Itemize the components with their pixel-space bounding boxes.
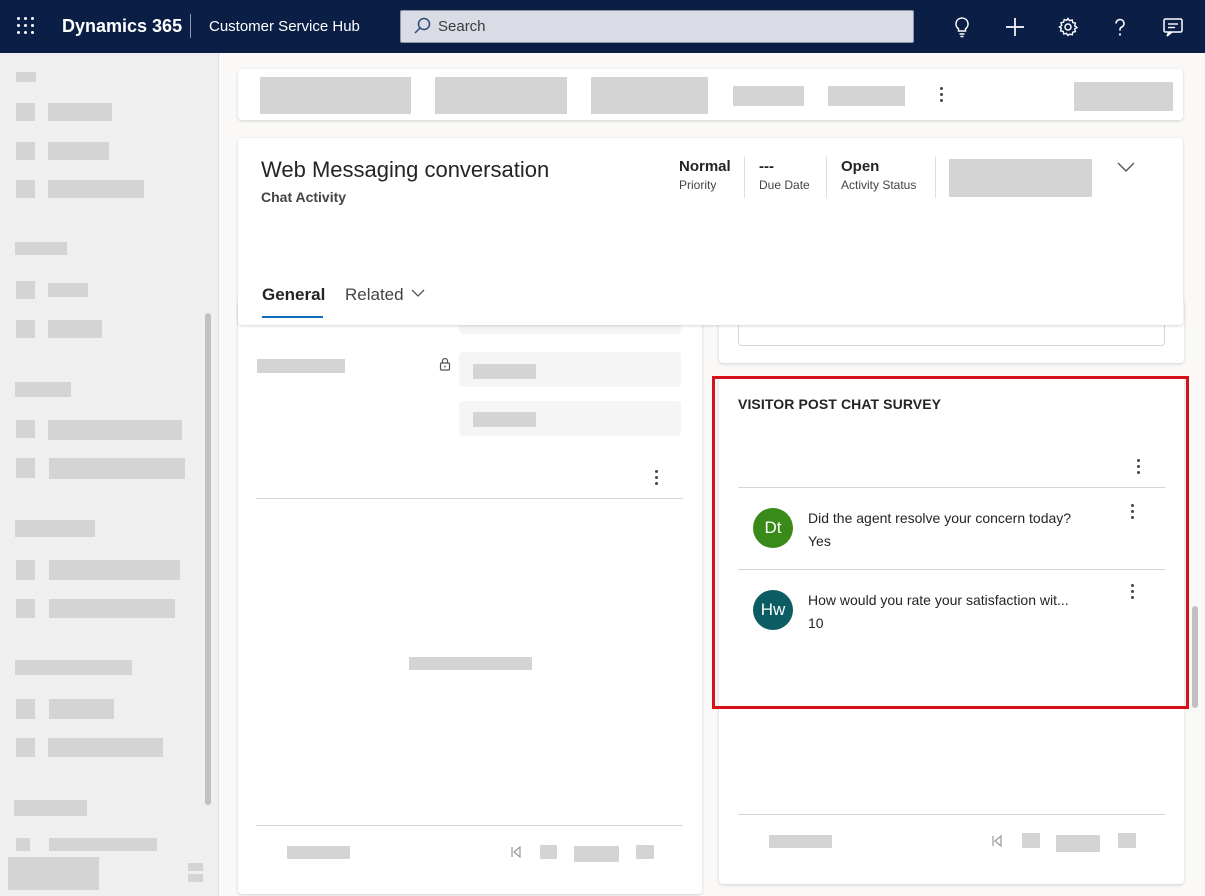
header-field-label: Activity Status: [841, 178, 917, 192]
tab-general[interactable]: General: [262, 285, 325, 305]
selected-tab-indicator: [262, 316, 323, 318]
header-field-priority[interactable]: Normal Priority: [679, 158, 731, 192]
nav-skeleton-label: [48, 283, 88, 297]
nav-skeleton-label: [48, 420, 182, 440]
nav-skeleton-icon: [16, 103, 35, 121]
nav-skeleton-label: [48, 142, 109, 160]
nav-skeleton-label: [48, 320, 102, 338]
pager-skeleton: [574, 846, 619, 862]
nav-skeleton-icon: [188, 863, 203, 871]
expand-header-chevron-icon[interactable]: [1116, 160, 1136, 174]
tab-related[interactable]: Related: [345, 285, 404, 305]
brand-name[interactable]: Dynamics 365: [62, 16, 182, 37]
record-title: Web Messaging conversation: [261, 157, 550, 182]
header-field-due-date[interactable]: --- Due Date: [759, 158, 810, 192]
nav-skeleton-icon: [16, 320, 35, 338]
nav-skeleton-icon: [16, 180, 35, 198]
highlight-frame: [712, 376, 1189, 709]
divider: [738, 814, 1165, 815]
header-field-skeleton: [949, 159, 1092, 197]
header-field-separator: [935, 156, 936, 198]
pager-skeleton: [287, 846, 350, 859]
nav-skeleton-heading: [15, 660, 132, 675]
search-box[interactable]: [400, 10, 914, 43]
grid-empty-skeleton: [409, 657, 532, 670]
top-bar: Dynamics 365 Customer Service Hub: [0, 0, 1205, 53]
pager-skeleton: [540, 845, 557, 859]
pager-skeleton: [769, 835, 832, 848]
nav-skeleton-area-switcher: [8, 857, 99, 890]
field-label-skeleton: [257, 359, 345, 373]
nav-skeleton-heading: [14, 800, 87, 816]
nav-skeleton-label: [49, 458, 185, 479]
nav-skeleton-label: [49, 699, 114, 719]
nav-skeleton-icon: [16, 699, 35, 719]
field-value-skeleton: [473, 364, 536, 379]
nav-skeleton-icon: [16, 838, 30, 851]
nav-skeleton-icon: [16, 281, 35, 299]
nav-skeleton-icon: [16, 738, 35, 757]
nav-skeleton-label: [49, 560, 180, 580]
app-launcher-icon[interactable]: [17, 17, 35, 35]
nav-skeleton-heading: [15, 520, 95, 537]
header-field-value: Open: [841, 158, 880, 175]
header-field-value: Normal: [679, 158, 731, 175]
nav-skeleton: [16, 72, 36, 82]
chevron-down-icon[interactable]: [411, 288, 425, 298]
nav-skeleton-heading: [15, 382, 71, 397]
divider: [256, 498, 683, 499]
pager-skeleton: [636, 845, 654, 859]
header-field-label: Due Date: [759, 178, 810, 192]
app-name[interactable]: Customer Service Hub: [209, 18, 360, 35]
nav-skeleton-label: [48, 103, 112, 121]
feedback-chat-icon[interactable]: [1161, 15, 1185, 39]
command-skeleton: [733, 86, 804, 106]
nav-skeleton-icon: [16, 142, 35, 160]
record-entity: Chat Activity: [261, 189, 347, 205]
first-page-icon[interactable]: [990, 834, 1004, 848]
pager-skeleton: [1056, 835, 1100, 852]
nav-skeleton-label: [49, 838, 157, 851]
nav-skeleton-icon: [16, 458, 35, 478]
pager-skeleton: [1022, 833, 1040, 848]
header-field-label: Priority: [679, 178, 717, 192]
header-divider: [190, 14, 191, 38]
add-icon[interactable]: [1003, 15, 1027, 39]
command-skeleton: [435, 77, 567, 114]
nav-skeleton-label: [48, 738, 163, 757]
nav-skeleton-label: [49, 599, 175, 618]
search-input[interactable]: [438, 18, 838, 35]
first-page-icon[interactable]: [509, 845, 523, 859]
divider: [256, 825, 683, 826]
settings-gear-icon[interactable]: [1056, 15, 1080, 39]
page-scrollbar[interactable]: [1192, 606, 1198, 708]
command-skeleton: [591, 77, 708, 114]
nav-skeleton-label: [48, 180, 144, 198]
header-field-separator: [826, 156, 827, 198]
lightbulb-icon[interactable]: [950, 15, 974, 39]
more-commands-icon[interactable]: [940, 87, 944, 103]
nav-skeleton-heading: [15, 242, 67, 255]
header-field-value: ---: [759, 158, 774, 175]
field-value-skeleton: [473, 412, 536, 427]
command-skeleton: [260, 77, 411, 114]
search-icon: [414, 17, 431, 34]
header-field-separator: [744, 156, 745, 198]
help-icon[interactable]: [1108, 15, 1132, 39]
command-skeleton: [828, 86, 905, 106]
header-field-activity-status[interactable]: Open Activity Status: [841, 158, 916, 192]
lock-icon: [439, 357, 451, 371]
nav-skeleton-icon: [188, 874, 203, 882]
grid-more-options-icon[interactable]: [655, 470, 659, 486]
pager-skeleton: [1118, 833, 1136, 848]
nav-skeleton-icon: [16, 599, 35, 618]
nav-scrollbar[interactable]: [205, 313, 211, 805]
nav-skeleton-icon: [16, 560, 35, 580]
nav-skeleton-icon: [16, 420, 35, 438]
form-section-left: [238, 300, 702, 894]
left-navigation: [0, 53, 219, 896]
command-skeleton: [1074, 82, 1173, 111]
